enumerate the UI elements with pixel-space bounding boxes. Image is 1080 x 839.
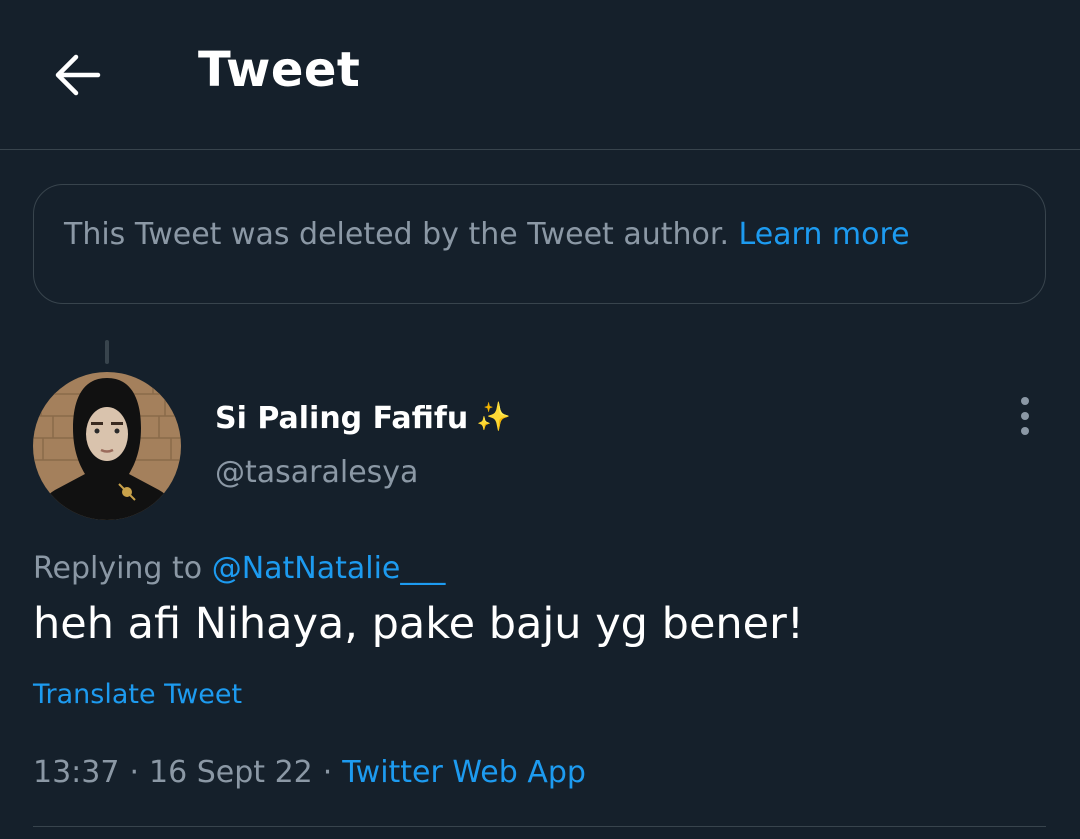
page-title: Tweet	[198, 42, 361, 98]
more-vertical-icon-dot	[1021, 427, 1029, 435]
sparkles-icon: ✨	[476, 400, 512, 433]
more-options-button[interactable]	[1012, 396, 1038, 436]
more-vertical-icon-dot	[1021, 412, 1029, 420]
replying-to: Replying to @NatNatalie___	[33, 551, 445, 586]
more-vertical-icon-dot	[1021, 397, 1029, 405]
tweet-date: 16 Sept 22	[149, 755, 313, 790]
avatar[interactable]	[33, 372, 181, 520]
replying-prefix: Replying to	[33, 551, 203, 586]
deleted-tweet-notice: This Tweet was deleted by the Tweet auth…	[33, 184, 1046, 304]
tweet-time: 13:37	[33, 755, 120, 790]
divider	[33, 826, 1046, 827]
meta-separator: ·	[322, 755, 333, 790]
author-display-name[interactable]: Si Paling Fafifu ✨	[215, 400, 511, 436]
deleted-notice-row: This Tweet was deleted by the Tweet auth…	[64, 217, 910, 252]
display-name-text: Si Paling Fafifu	[215, 401, 469, 436]
author-handle[interactable]: @tasaralesya	[215, 455, 418, 490]
thread-connector	[105, 340, 109, 364]
tweet-metadata: 13:37 · 16 Sept 22 · Twitter Web App	[33, 755, 586, 790]
user-avatar-image	[33, 372, 181, 520]
translate-tweet-link[interactable]: Translate Tweet	[33, 679, 242, 710]
back-button[interactable]	[52, 52, 102, 98]
meta-separator: ·	[129, 755, 140, 790]
top-bar: Tweet	[0, 0, 1080, 150]
arrow-left-icon	[55, 54, 101, 96]
tweet-text: heh afi Nihaya, pake baju yg bener!	[33, 599, 805, 649]
reply-mention-link[interactable]: @NatNatalie___	[212, 551, 446, 586]
deleted-notice-text: This Tweet was deleted by the Tweet auth…	[64, 217, 729, 252]
learn-more-link[interactable]: Learn more	[739, 217, 910, 252]
tweet-source-link[interactable]: Twitter Web App	[342, 755, 586, 790]
